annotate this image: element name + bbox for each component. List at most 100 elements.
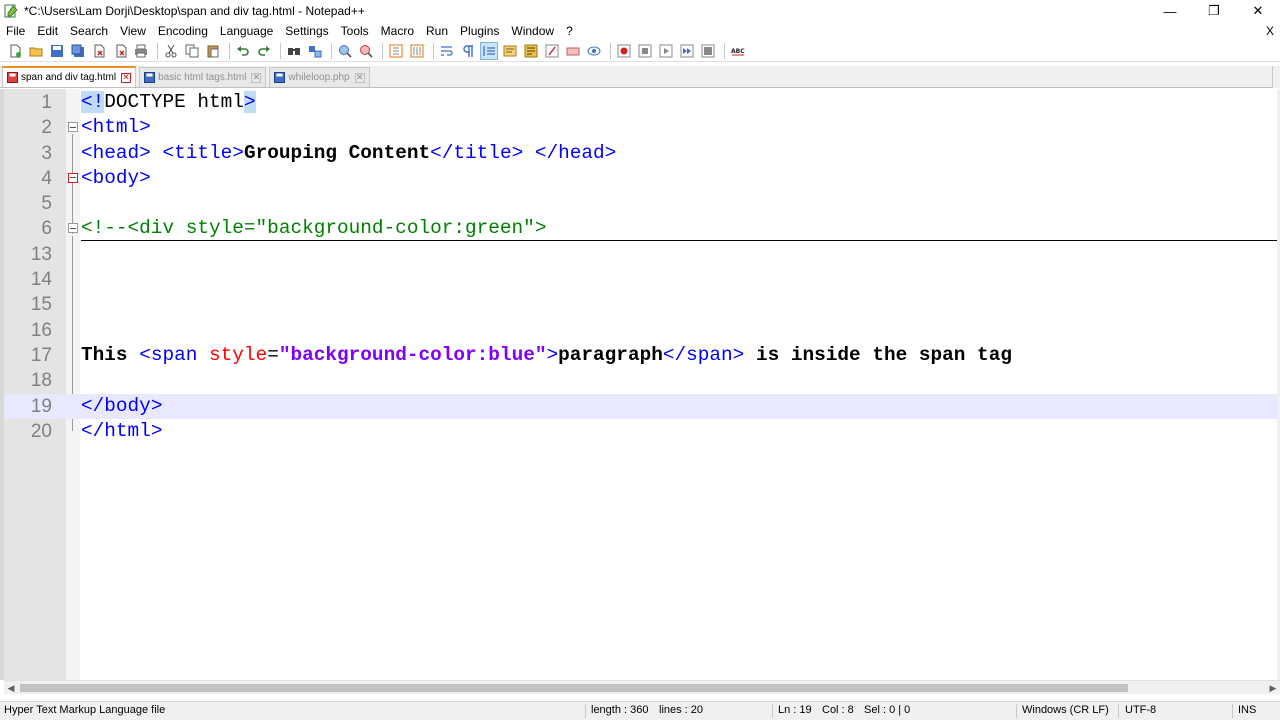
sync-horizontal-icon[interactable] [408, 42, 426, 60]
zoom-out-icon[interactable] [357, 42, 375, 60]
lines-label: lines : 20 [659, 704, 704, 716]
open-file-icon[interactable] [27, 42, 45, 60]
tab-close-icon[interactable]: ✕ [354, 72, 365, 83]
spell-check-icon[interactable]: ABC [729, 42, 747, 60]
html-close-tag: </html> [81, 419, 163, 442]
line-number: 14 [30, 269, 52, 291]
tab-whileloop[interactable]: whileloop.php ✕ [269, 67, 370, 87]
style-attribute: style [209, 343, 268, 366]
paste-icon[interactable] [204, 42, 222, 60]
insert-mode-label: INS [1238, 704, 1257, 716]
menu-file[interactable]: File [0, 22, 31, 40]
code-line: 2 <html> [4, 115, 1280, 140]
saved-file-icon [274, 72, 286, 83]
svg-text:ABC: ABC [731, 48, 745, 55]
restore-button[interactable]: ❐ [1192, 0, 1236, 22]
toolbar-separator [724, 42, 725, 59]
plain-text: This [81, 343, 140, 366]
horizontal-scrollbar[interactable]: ◀ ▶ [4, 680, 1280, 694]
close-file-icon[interactable] [90, 42, 108, 60]
close-all-icon[interactable] [111, 42, 129, 60]
span-content: paragraph [558, 343, 663, 366]
line-number: 18 [30, 370, 52, 392]
close-window-button[interactable]: ✕ [1236, 0, 1280, 22]
cursor-line-label: Ln : 19 [778, 704, 812, 716]
window-title: *C:\Users\Lam Dorji\Desktop\span and div… [24, 4, 365, 18]
macro-record-icon[interactable] [615, 42, 633, 60]
replace-icon[interactable] [306, 42, 324, 60]
span-open-tag: <span [139, 343, 210, 366]
function-list-icon[interactable] [543, 42, 561, 60]
menu-view[interactable]: View [114, 22, 152, 40]
toolbar-separator [433, 42, 434, 59]
show-all-chars-icon[interactable] [459, 42, 477, 60]
cut-icon[interactable] [162, 42, 180, 60]
fold-toggle-icon[interactable] [68, 122, 78, 133]
menu-plugins[interactable]: Plugins [454, 22, 505, 40]
menu-search[interactable]: Search [64, 22, 114, 40]
line-number: 1 [41, 92, 52, 113]
find-icon[interactable] [285, 42, 303, 60]
line-number: 16 [30, 319, 52, 341]
code-editor[interactable]: 1 <!DOCTYPE html> 2 <html> 3 <head> <tit… [0, 89, 1280, 680]
menu-encoding[interactable]: Encoding [152, 22, 214, 40]
tab-label: whileloop.php [288, 72, 350, 83]
menu-window[interactable]: Window [505, 22, 560, 40]
tab-basic-html-tags[interactable]: basic html tags.html ✕ [139, 67, 267, 87]
tab-close-icon[interactable]: ✕ [251, 72, 262, 83]
menu-macro[interactable]: Macro [375, 22, 420, 40]
indent-guide-icon[interactable] [480, 41, 498, 60]
code-line: 16 [4, 318, 1280, 343]
tab-span-and-div-tag[interactable]: span and div tag.html ✕ [2, 66, 137, 87]
status-divider [1016, 704, 1017, 718]
save-icon[interactable] [48, 42, 66, 60]
notepadpp-app-icon [4, 4, 18, 18]
scroll-right-icon[interactable]: ▶ [1266, 681, 1280, 695]
copy-icon[interactable] [183, 42, 201, 60]
menu-bar: File Edit Search View Encoding Language … [0, 22, 1280, 40]
menu-language[interactable]: Language [214, 22, 279, 40]
macro-play-icon[interactable] [657, 42, 675, 60]
menu-tools[interactable]: Tools [335, 22, 375, 40]
toolbar-separator [610, 42, 611, 59]
fold-toggle-icon[interactable] [68, 223, 78, 234]
menu-settings[interactable]: Settings [279, 22, 334, 40]
tab-close-icon[interactable]: ✕ [121, 72, 132, 83]
line-number: 17 [30, 344, 52, 366]
new-file-icon[interactable] [6, 42, 24, 60]
macro-stop-icon[interactable] [636, 42, 654, 60]
scrollbar-thumb[interactable] [20, 684, 1128, 692]
macro-save-icon[interactable] [699, 42, 717, 60]
saved-file-icon [144, 72, 156, 83]
document-map-icon[interactable] [522, 42, 540, 60]
fold-toggle-icon[interactable] [68, 172, 78, 183]
save-all-icon[interactable] [69, 42, 87, 60]
line-number: 2 [41, 117, 52, 139]
tab-bar: span and div tag.html ✕ basic html tags.… [0, 66, 1280, 88]
line-number: 4 [41, 167, 52, 189]
scroll-left-icon[interactable]: ◀ [4, 681, 18, 695]
menu-help[interactable]: ? [560, 22, 579, 40]
tab-label: basic html tags.html [158, 72, 247, 83]
sync-vertical-icon[interactable] [387, 42, 405, 60]
undo-icon[interactable] [234, 42, 252, 60]
zoom-in-icon[interactable] [336, 42, 354, 60]
code-line: 20 </html> [4, 419, 1280, 444]
macro-play-multiple-icon[interactable] [678, 42, 696, 60]
user-language-icon[interactable] [501, 42, 519, 60]
attribute-value: "background-color:blue" [278, 343, 547, 366]
print-icon[interactable] [132, 42, 150, 60]
redo-icon[interactable] [255, 42, 273, 60]
word-wrap-icon[interactable] [438, 42, 456, 60]
folder-workspace-icon[interactable] [564, 42, 582, 60]
menu-edit[interactable]: Edit [31, 22, 64, 40]
monitoring-icon[interactable] [585, 42, 603, 60]
minimize-button[interactable]: — [1148, 0, 1192, 22]
plain-text: is inside the span tag [744, 343, 1012, 366]
eol-format-label[interactable]: Windows (CR LF) [1022, 704, 1109, 716]
menu-run[interactable]: Run [420, 22, 454, 40]
encoding-label[interactable]: UTF-8 [1125, 704, 1156, 716]
html-open-tag: <html> [81, 116, 151, 139]
close-document-button[interactable]: X [1266, 22, 1274, 40]
toolbar: ABC [0, 40, 1280, 62]
